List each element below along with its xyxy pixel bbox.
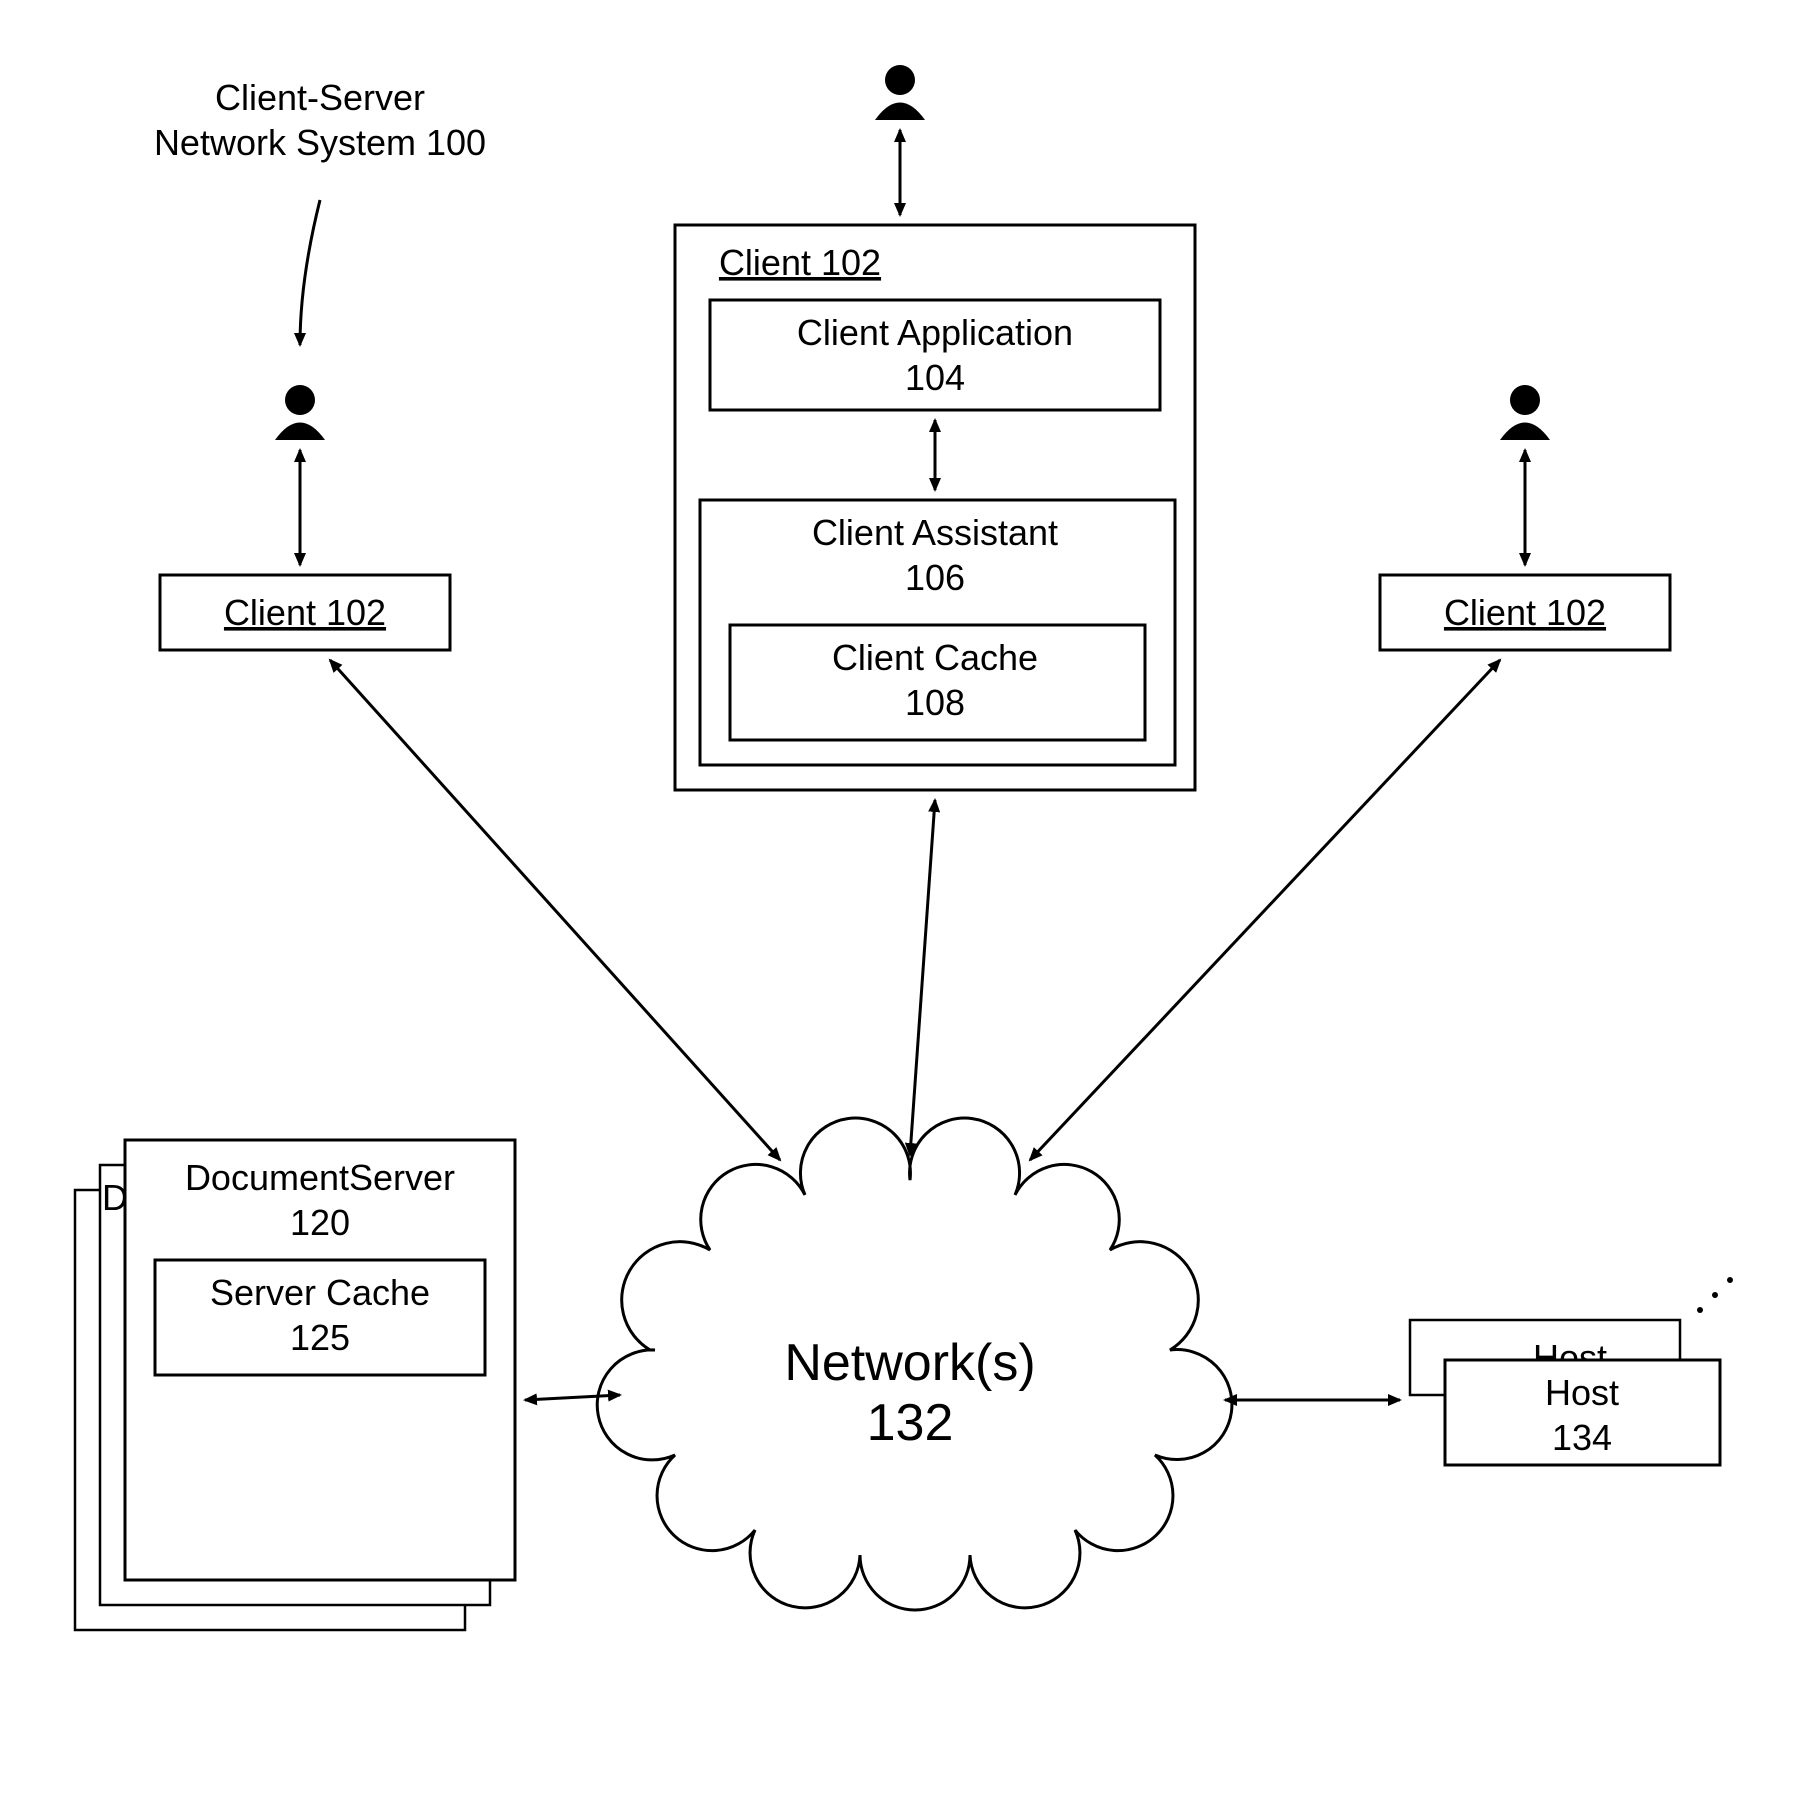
center-client-header: Client 102 xyxy=(719,242,881,283)
network-line2: 132 xyxy=(867,1394,954,1452)
server-cache-line1: Server Cache xyxy=(210,1272,430,1313)
host-front-label: Host xyxy=(1545,1372,1619,1413)
docserver-line2: 120 xyxy=(290,1202,350,1243)
user-icon-top xyxy=(875,65,925,120)
network-line1: Network(s) xyxy=(784,1334,1035,1392)
host-ellipsis-dot xyxy=(1697,1307,1703,1313)
host-num: 134 xyxy=(1552,1417,1612,1458)
client-cache-line2: 108 xyxy=(905,682,965,723)
arrow-docserver-to-network xyxy=(525,1395,620,1400)
client-application-line2: 104 xyxy=(905,357,965,398)
title-line2: Network System 100 xyxy=(154,122,486,163)
host-ellipsis-dot xyxy=(1727,1277,1733,1283)
title-pointer xyxy=(300,200,320,345)
client-left-label: Client 102 xyxy=(224,592,386,633)
title-line1: Client-Server xyxy=(215,77,425,118)
docserver-line1: DocumentServer xyxy=(185,1157,455,1198)
server-cache-line2: 125 xyxy=(290,1317,350,1358)
client-cache-line1: Client Cache xyxy=(832,637,1038,678)
client-right-label: Client 102 xyxy=(1444,592,1606,633)
arrow-center-to-network xyxy=(910,800,935,1155)
user-icon-right xyxy=(1500,385,1550,440)
client-assistant-line1: Client Assistant xyxy=(812,512,1058,553)
client-application-line1: Client Application xyxy=(797,312,1073,353)
client-assistant-line2: 106 xyxy=(905,557,965,598)
user-icon-left xyxy=(275,385,325,440)
host-ellipsis-dot xyxy=(1712,1292,1718,1298)
